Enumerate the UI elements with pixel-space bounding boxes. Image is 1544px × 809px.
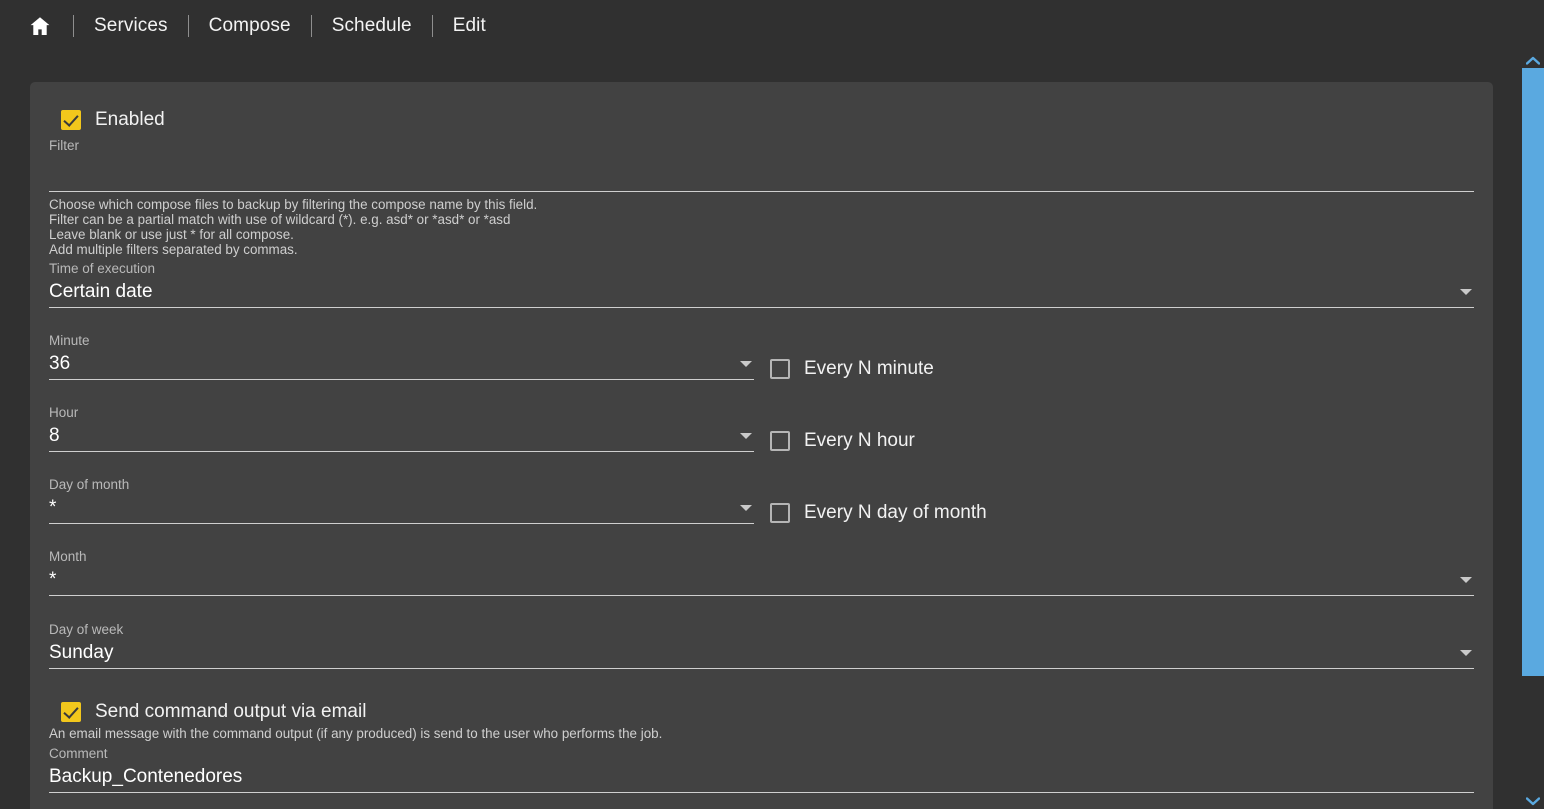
day-of-month-label: Day of month [49,477,754,493]
send-email-checkbox-row[interactable]: Send command output via email [61,701,366,723]
send-email-help: An email message with the command output… [49,726,662,741]
filter-label: Filter [49,138,1474,154]
nav-separator [188,15,189,37]
month-select[interactable]: * [49,565,1474,596]
filter-help-line-2: Filter can be a partial match with use o… [49,212,510,227]
enabled-label: Enabled [95,109,165,131]
every-n-hour-checkbox[interactable] [770,431,790,451]
scroll-up-button[interactable] [1522,52,1544,68]
day-of-month-value: * [49,497,56,519]
chevron-down-icon[interactable] [1460,577,1472,583]
schedule-form-card: Enabled Filter Choose which compose file… [30,82,1493,809]
nav-separator [432,15,433,37]
chevron-down-icon[interactable] [1460,289,1472,295]
enabled-checkbox[interactable] [61,110,81,130]
month-label: Month [49,549,1474,565]
month-value: * [49,569,56,591]
enabled-checkbox-row[interactable]: Enabled [61,109,165,131]
hour-value: 8 [49,425,60,447]
filter-field: Filter [49,138,1474,192]
day-of-month-select[interactable]: * [49,493,754,524]
vertical-scrollbar[interactable] [1522,52,1544,809]
chevron-down-icon[interactable] [1460,650,1472,656]
hour-field: Hour 8 [49,405,754,452]
day-of-week-label: Day of week [49,622,1474,638]
hour-select[interactable]: 8 [49,421,754,452]
minute-label: Minute [49,333,754,349]
nav-item-schedule[interactable]: Schedule [332,15,412,37]
every-n-hour-label: Every N hour [804,430,915,452]
comment-field: Comment Backup_Contenedores [49,746,1474,793]
nav-item-services[interactable]: Services [94,15,168,37]
minute-select[interactable]: 36 [49,349,754,380]
filter-help-line-4: Add multiple filters separated by commas… [49,242,298,257]
time-of-execution-select[interactable]: Certain date [49,277,1474,308]
scroll-down-button[interactable] [1522,793,1544,809]
send-email-label: Send command output via email [95,701,366,723]
chevron-down-icon[interactable] [740,505,752,511]
send-email-checkbox[interactable] [61,702,81,722]
hour-label: Hour [49,405,754,421]
top-navigation: Services Compose Schedule Edit [0,0,1544,52]
minute-value: 36 [49,353,70,375]
minute-field: Minute 36 [49,333,754,380]
every-n-hour-checkbox-row[interactable]: Every N hour [770,430,915,452]
every-n-day-of-month-checkbox-row[interactable]: Every N day of month [770,502,987,524]
chevron-down-icon[interactable] [740,433,752,439]
chevron-down-icon[interactable] [740,361,752,367]
scrollbar-thumb[interactable] [1522,68,1544,676]
time-of-execution-field: Time of execution Certain date [49,261,1474,308]
nav-separator [73,15,74,37]
day-of-week-field: Day of week Sunday [49,622,1474,669]
day-of-week-select[interactable]: Sunday [49,638,1474,669]
every-n-minute-label: Every N minute [804,358,934,380]
every-n-minute-checkbox[interactable] [770,359,790,379]
nav-item-compose[interactable]: Compose [209,15,291,37]
day-of-month-field: Day of month * [49,477,754,524]
month-field: Month * [49,549,1474,596]
time-of-execution-value: Certain date [49,281,153,303]
every-n-minute-checkbox-row[interactable]: Every N minute [770,358,934,380]
day-of-week-value: Sunday [49,642,113,664]
home-icon[interactable] [27,13,53,39]
time-of-execution-label: Time of execution [49,261,1474,277]
nav-item-edit[interactable]: Edit [453,15,486,37]
comment-input[interactable]: Backup_Contenedores [49,762,1474,793]
filter-help-line-3: Leave blank or use just * for all compos… [49,227,294,242]
every-n-day-of-month-checkbox[interactable] [770,503,790,523]
filter-input[interactable] [49,154,1474,192]
comment-label: Comment [49,746,1474,762]
filter-help-line-1: Choose which compose files to backup by … [49,197,537,212]
every-n-day-of-month-label: Every N day of month [804,502,987,524]
nav-separator [311,15,312,37]
comment-value: Backup_Contenedores [49,766,242,788]
